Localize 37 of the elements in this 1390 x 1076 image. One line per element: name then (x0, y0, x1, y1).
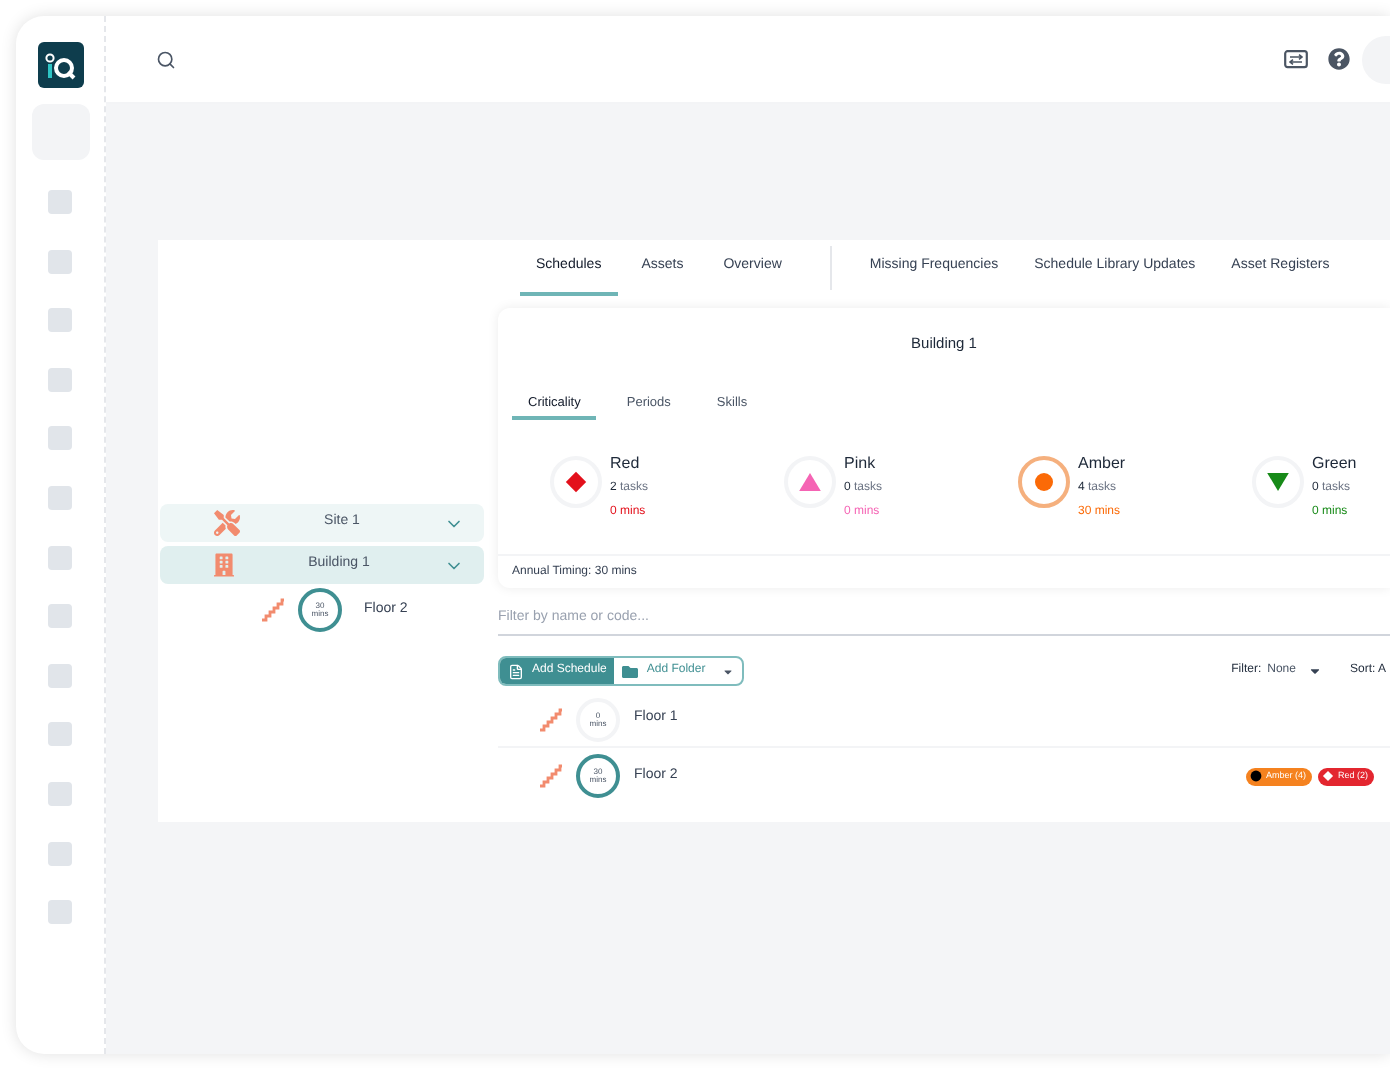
building-icon (214, 552, 234, 578)
nav-placeholder (48, 249, 72, 274)
criticality-name: Amber (1078, 452, 1126, 477)
stairs-icon (538, 764, 564, 788)
nav-placeholder (48, 485, 72, 510)
diamond-icon (1321, 770, 1334, 782)
tools-icon (214, 510, 240, 536)
nav-placeholder (48, 604, 72, 629)
nav-placeholder (48, 781, 72, 806)
app-logo[interactable] (37, 42, 83, 88)
nav-placeholder (48, 426, 72, 451)
document-icon (508, 663, 524, 679)
nav-placeholder (48, 663, 72, 688)
caret-icon (721, 665, 734, 677)
criticality-badge[interactable] (1018, 456, 1070, 509)
help-icon[interactable] (1328, 48, 1350, 70)
diamond-icon (564, 470, 588, 495)
swap-screen-icon[interactable] (1284, 49, 1308, 69)
criticality-name: Green (1312, 452, 1357, 477)
criticality-name: Pink (844, 452, 878, 477)
nav-placeholder (48, 722, 72, 747)
nav-placeholder (48, 190, 72, 214)
circle-icon (1249, 770, 1262, 782)
stairs-icon (260, 598, 286, 622)
triangle-icon (798, 470, 822, 495)
stairs-icon (538, 707, 564, 731)
folder-icon (622, 663, 639, 679)
nav-placeholder (48, 545, 72, 570)
criticality-name: Red (610, 452, 642, 477)
down-triangle-icon (1266, 470, 1290, 495)
nav-placeholder (48, 841, 72, 866)
nav-placeholder (48, 900, 72, 925)
circle-icon (1034, 472, 1054, 493)
caret-icon (1307, 664, 1322, 678)
nav-placeholder (48, 308, 72, 333)
nav-placeholder (48, 367, 72, 392)
search-icon[interactable] (156, 49, 176, 69)
